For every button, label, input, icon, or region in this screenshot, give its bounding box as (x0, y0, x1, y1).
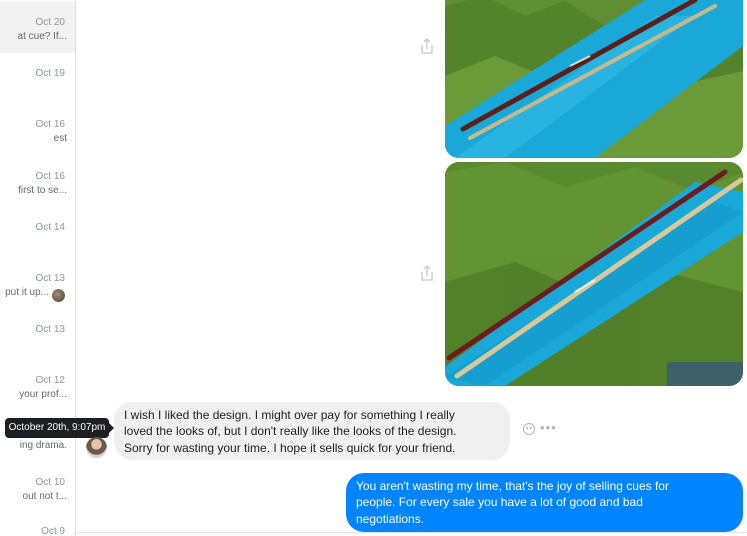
message-line: I wish I liked the design. I might over … (124, 408, 455, 422)
divider (76, 532, 747, 533)
shared-photo[interactable] (445, 0, 743, 158)
more-options-icon[interactable]: ••• (540, 420, 557, 435)
conversation-date: Oct 13 (35, 273, 65, 284)
message-line: You aren't wasting my time, that's the j… (356, 479, 669, 493)
conversation-snippet: put it up... (5, 287, 49, 298)
conversation-item[interactable]: Oct 10 out not t... (0, 461, 75, 513)
conversation-snippet: est (53, 133, 67, 144)
conversation-item[interactable]: Oct 9 (0, 510, 75, 536)
conversation-item[interactable]: Oct 13 put it up... (0, 257, 75, 309)
conversation-snippet: out not t... (22, 491, 67, 502)
conversation-item[interactable]: Oct 14 (0, 206, 75, 258)
share-icon[interactable] (419, 37, 435, 55)
read-receipt-avatar (52, 289, 65, 302)
incoming-message-bubble[interactable]: I wish I liked the design. I might over … (114, 402, 510, 460)
conversation-item[interactable]: Oct 13 (0, 308, 75, 360)
message-line: Sorry for wasting your time. I hope it s… (124, 440, 456, 455)
emoji-icon[interactable] (523, 423, 535, 435)
message-line: negotiations. (356, 511, 425, 526)
conversation-snippet: first to se... (18, 185, 67, 196)
conversation-snippet: at cue? If... (17, 31, 67, 42)
conversation-date: Oct 16 (35, 119, 65, 130)
pool-cue-photo (445, 0, 743, 158)
conversation-date: Oct 13 (35, 324, 65, 335)
message-line: loved the looks of, but I don't really l… (124, 424, 457, 439)
conversation-date: Oct 16 (35, 171, 65, 182)
outgoing-message-bubble[interactable]: You aren't wasting my time, that's the j… (346, 473, 743, 532)
share-icon[interactable] (419, 264, 435, 282)
conversation-date: Oct 19 (35, 68, 65, 79)
timestamp-tooltip: October 20th, 9:07pm (5, 418, 114, 438)
conversation-item[interactable]: Oct 16 first to se... (0, 155, 75, 207)
shared-photo[interactable] (445, 162, 743, 386)
conversation-list: Oct 20 at cue? If... Oct 19 Oct 16 est O… (0, 0, 76, 536)
conversation-date: Oct 20 (35, 17, 65, 28)
avatar[interactable] (86, 437, 107, 458)
conversation-item[interactable]: Oct 20 at cue? If... (0, 1, 75, 53)
pool-cue-photo (445, 162, 743, 386)
conversation-date: Oct 10 (35, 477, 65, 488)
conversation-item[interactable]: Oct 12 your prof... (0, 359, 75, 411)
conversation-date: Oct 9 (41, 526, 65, 536)
conversation-snippet: ing drama. (19, 440, 67, 451)
conversation-date: Oct 14 (35, 222, 65, 233)
conversation-item[interactable]: Oct 19 (0, 52, 75, 104)
conversation-date: Oct 12 (35, 375, 65, 386)
conversation-snippet: your prof... (19, 389, 67, 400)
message-line: people. For every sale you have a lot of… (356, 495, 643, 510)
conversation-item[interactable]: Oct 16 est (0, 103, 75, 155)
